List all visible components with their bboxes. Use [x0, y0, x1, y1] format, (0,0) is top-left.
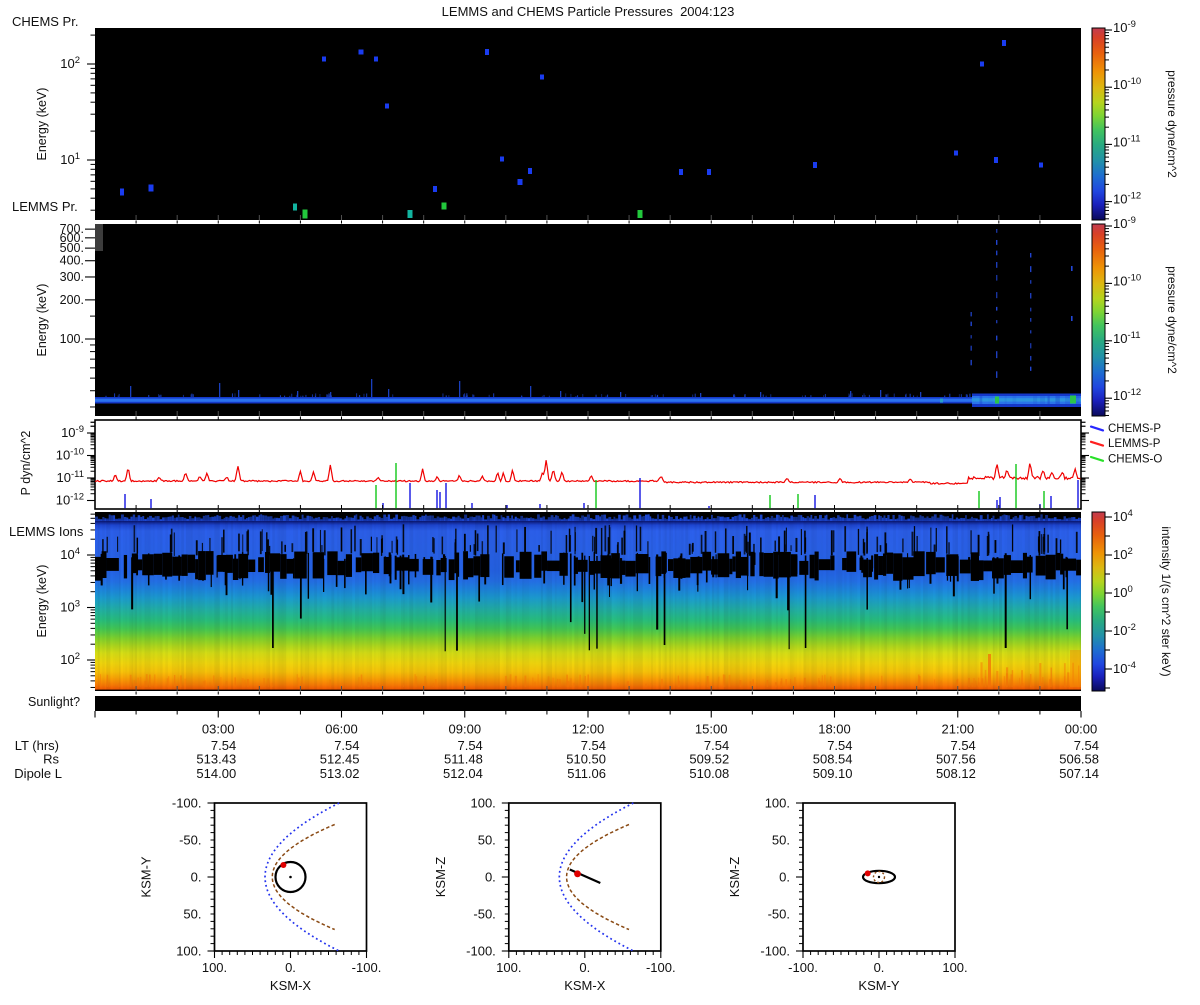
svg-text:intensity 1/(s cm^2 ster keV): intensity 1/(s cm^2 ster keV) — [1159, 526, 1173, 676]
svg-text:513.43: 513.43 — [196, 752, 236, 767]
svg-text:0.: 0. — [579, 960, 590, 975]
svg-text:-100.: -100. — [760, 944, 790, 959]
svg-text:506.58: 506.58 — [1059, 752, 1099, 767]
svg-text:50.: 50. — [772, 833, 790, 848]
svg-text:-100.: -100. — [466, 944, 496, 959]
svg-text:18:00: 18:00 — [818, 722, 851, 737]
svg-text:0.: 0. — [874, 960, 885, 975]
svg-text:00:00: 00:00 — [1065, 722, 1098, 737]
svg-text:100.: 100. — [176, 944, 201, 959]
svg-text:-50.: -50. — [179, 833, 201, 848]
svg-text:400.: 400. — [60, 254, 84, 268]
svg-text:CHEMS Pr.: CHEMS Pr. — [12, 14, 78, 29]
svg-text:KSM-Y: KSM-Y — [139, 856, 154, 898]
svg-text:511.06: 511.06 — [567, 766, 606, 781]
svg-text:06:00: 06:00 — [325, 722, 358, 737]
svg-text:pressure dyne/cm^2: pressure dyne/cm^2 — [1165, 70, 1179, 178]
svg-text:-100.: -100. — [352, 960, 382, 975]
svg-text:03:00: 03:00 — [202, 722, 235, 737]
svg-text:21:00: 21:00 — [942, 722, 975, 737]
svg-text:513.02: 513.02 — [320, 766, 360, 781]
svg-text:15:00: 15:00 — [695, 722, 728, 737]
svg-text:510.08: 510.08 — [689, 766, 729, 781]
svg-text:Dipole L: Dipole L — [14, 766, 62, 781]
svg-text:511.48: 511.48 — [444, 752, 483, 767]
svg-text:100.: 100. — [765, 796, 790, 811]
svg-text:LEMMS Pr.: LEMMS Pr. — [12, 199, 78, 214]
svg-text:KSM-X: KSM-X — [270, 978, 312, 993]
svg-text:Rs: Rs — [43, 752, 59, 767]
svg-text:50.: 50. — [478, 833, 496, 848]
svg-text:50.: 50. — [183, 907, 201, 922]
svg-text:KSM-Z: KSM-Z — [433, 857, 448, 898]
svg-text:0.: 0. — [285, 960, 296, 975]
svg-text:512.45: 512.45 — [320, 752, 360, 767]
svg-text:Energy (keV): Energy (keV) — [35, 565, 49, 638]
svg-text:Sunlight?: Sunlight? — [28, 695, 80, 709]
svg-text:-100.: -100. — [788, 960, 818, 975]
svg-text:-100.: -100. — [646, 960, 676, 975]
svg-text:514.00: 514.00 — [196, 766, 236, 781]
svg-text:-100.: -100. — [172, 796, 202, 811]
svg-text:12:00: 12:00 — [572, 722, 605, 737]
svg-text:700.: 700. — [60, 222, 84, 236]
svg-text:509.10: 509.10 — [813, 766, 853, 781]
svg-text:100.: 100. — [60, 332, 84, 346]
svg-text:CHEMS-P: CHEMS-P — [1108, 423, 1161, 435]
svg-text:100.: 100. — [202, 960, 227, 975]
svg-text:507.56: 507.56 — [936, 752, 976, 767]
svg-text:100.: 100. — [496, 960, 521, 975]
svg-text:CHEMS-O: CHEMS-O — [1108, 453, 1162, 465]
svg-text:508.54: 508.54 — [813, 752, 853, 767]
svg-text:LEMMS-P: LEMMS-P — [1108, 438, 1161, 450]
svg-text:KSM-X: KSM-X — [564, 978, 606, 993]
svg-text:509.52: 509.52 — [689, 752, 729, 767]
svg-text:P dyn/cm^2: P dyn/cm^2 — [19, 431, 33, 496]
svg-text:100.: 100. — [470, 796, 495, 811]
svg-text:KSM-Y: KSM-Y — [858, 978, 900, 993]
svg-text:09:00: 09:00 — [449, 722, 482, 737]
svg-text:LEMMS Ions: LEMMS Ions — [9, 524, 84, 539]
svg-text:300.: 300. — [60, 270, 84, 284]
svg-text:507.14: 507.14 — [1059, 766, 1099, 781]
svg-text:LEMMS and CHEMS Particle Press: LEMMS and CHEMS Particle Pressures 2004:… — [442, 4, 735, 19]
svg-text:-50.: -50. — [473, 907, 495, 922]
svg-text:510.50: 510.50 — [566, 752, 606, 767]
svg-text:-50.: -50. — [768, 907, 790, 922]
svg-text:pressure dyne/cm^2: pressure dyne/cm^2 — [1165, 266, 1179, 374]
svg-text:Energy (keV): Energy (keV) — [35, 284, 49, 357]
svg-text:Energy (keV): Energy (keV) — [35, 88, 49, 161]
svg-text:512.04: 512.04 — [443, 766, 483, 781]
svg-text:0.: 0. — [779, 870, 790, 885]
svg-text:100.: 100. — [942, 960, 967, 975]
svg-text:KSM-Z: KSM-Z — [727, 857, 742, 898]
svg-text:200.: 200. — [60, 293, 84, 307]
svg-text:0.: 0. — [191, 870, 202, 885]
svg-text:0.: 0. — [485, 870, 496, 885]
svg-text:508.12: 508.12 — [936, 766, 976, 781]
